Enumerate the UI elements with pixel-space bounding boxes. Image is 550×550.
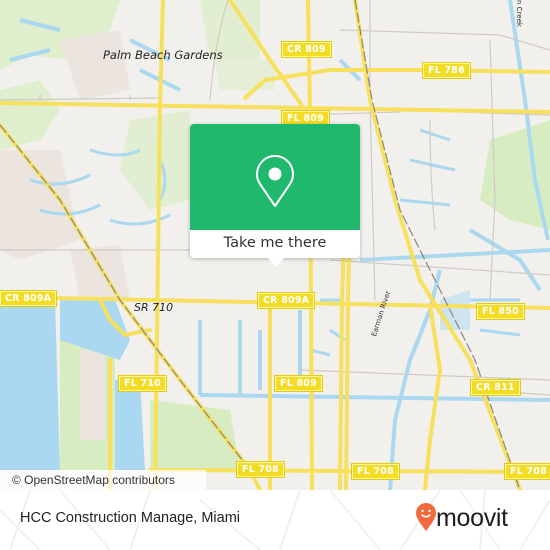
take-me-there-popup[interactable]: Take me there — [190, 124, 360, 267]
map-view[interactable]: Palm Beach Gardens SR 710 Earman River n… — [0, 0, 550, 490]
road-shield-fl-708: FL 708 — [236, 461, 285, 478]
road-name-label: SR 710 — [134, 301, 174, 314]
popup-pointer — [268, 258, 284, 267]
road-shield-cr-809a: CR 809A — [256, 292, 316, 309]
road-shield-fl-708: FL 708 — [351, 463, 400, 480]
map-attribution[interactable]: © OpenStreetMap contributors — [0, 470, 206, 490]
creek-label: n Creek — [515, 0, 523, 27]
road-shield-cr-809a: CR 809A — [0, 290, 58, 307]
road-shield-fl-809: FL 809 — [274, 375, 323, 392]
city-label: Palm Beach Gardens — [103, 48, 223, 62]
popup-header[interactable] — [190, 124, 360, 230]
map-pin-icon — [256, 155, 294, 207]
moovit-smile-pin-icon — [416, 503, 436, 531]
moovit-wordmark: moovit — [436, 504, 508, 532]
road-shield-fl-708: FL 708 — [504, 463, 550, 480]
road-shield-fl-710: FL 710 — [118, 375, 167, 392]
road-shield-fl-786: FL 786 — [422, 62, 471, 79]
road-shield-fl-850: FL 850 — [476, 303, 525, 320]
place-name: HCC Construction Manage, Miami — [20, 510, 240, 526]
road-shield-cr-811: CR 811 — [470, 379, 521, 396]
take-me-there-button[interactable]: Take me there — [190, 230, 360, 258]
footer-bar: HCC Construction Manage, Miami moovit — [0, 490, 550, 550]
road-shield-cr-809: CR 809 — [281, 41, 332, 58]
